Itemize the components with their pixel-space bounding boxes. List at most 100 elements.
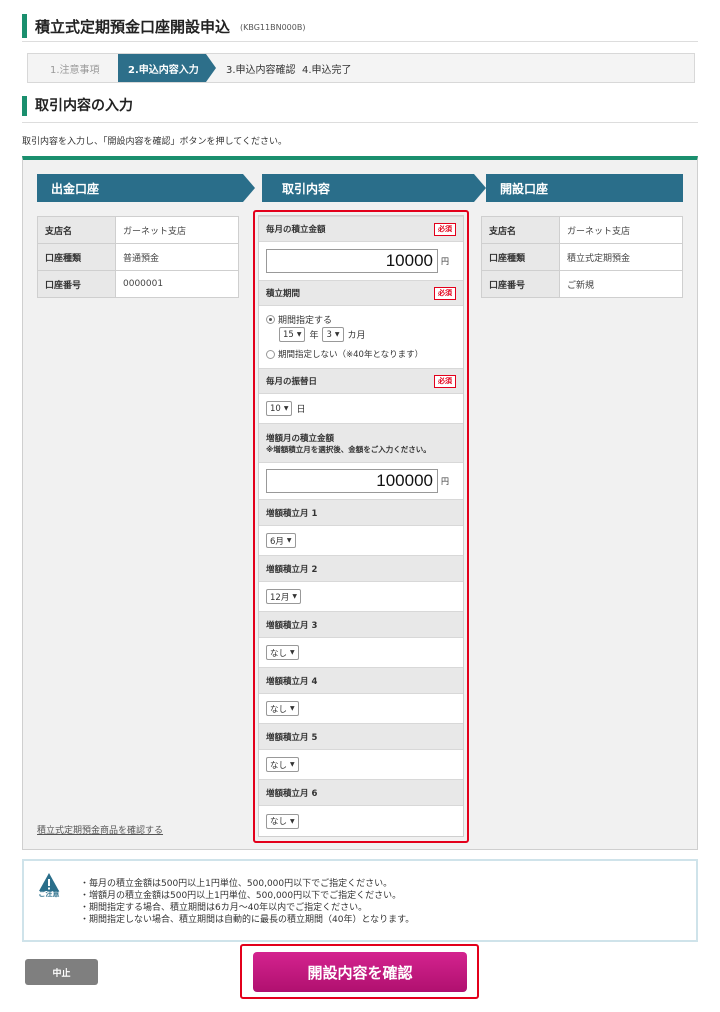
period-none-label: 期間指定しない（※40年となります） [278,350,424,360]
bonus-month-3-label: 増額積立月 3 [266,620,318,631]
row-label: 口座種類 [37,243,116,271]
transfer-day-select[interactable]: 10 ▼ [266,401,293,416]
monthly-amount-row: 円 [259,242,463,280]
bonus-month-1-value: 6月 [270,536,284,547]
months-select[interactable]: 3 ▼ [322,327,344,342]
row-value: ガーネット支店 [115,216,239,244]
section-divider [22,122,698,123]
period-label-row: 積立期間 必須 [259,280,463,306]
years-select[interactable]: 15 ▼ [279,327,306,342]
bonus-month-3-row: なし ▼ [259,638,463,667]
years-unit: 年 [309,331,319,341]
transfer-day-row: 10 ▼ 日 [259,394,463,423]
page-title: 積立式定期預金口座開設申込 [35,18,231,36]
bonus-month-5-value: なし [270,760,288,771]
caution-item: ・期間指定する場合、積立期間は6カ月～40年以内でご指定ください。 [80,903,368,913]
months-value: 3 [326,329,332,340]
bonus-month-5-label-row: 増額積立月 5 [259,723,463,750]
required-badge: 必須 [434,286,456,300]
table-row: 支店名 ガーネット支店 [37,216,239,244]
row-value: 積立式定期預金 [559,243,683,271]
bonus-month-2-select[interactable]: 12月 ▼ [266,589,301,604]
title-divider [22,41,698,42]
confirm-button[interactable]: 開設内容を確認 [253,952,467,992]
row-label: 口座番号 [481,270,560,298]
period-specify-option[interactable]: 期間指定する [266,313,332,326]
instruction-text: 取引内容を入力し、「開設内容を確認」ボタンを押してください。 [22,137,287,147]
withdrawal-account-table: 支店名 ガーネット支店 口座種類 普通預金 口座番号 0000001 [37,216,239,298]
table-row: 口座番号 ご新規 [481,270,683,298]
bonus-amount-note: ※増額積立月を選択後、金額をご入力ください。 [266,444,431,454]
day-unit: 日 [296,405,306,415]
row-label: 口座種類 [481,243,560,271]
bonus-month-6-row: なし ▼ [259,806,463,836]
period-specify-radio[interactable] [266,315,275,324]
table-row: 支店名 ガーネット支店 [481,216,683,244]
period-none-option[interactable]: 期間指定しない（※40年となります） [266,348,423,360]
dropdown-arrow-icon: ▼ [290,649,295,656]
dropdown-arrow-icon: ▼ [296,331,302,338]
bonus-month-2-row: 12月 ▼ [259,582,463,611]
transfer-day-label: 毎月の振替日 [266,377,318,387]
bonus-month-6-value: なし [270,817,288,827]
bonus-month-1-row: 6月 ▼ [259,526,463,555]
caution-item: ・期間指定しない場合、積立期間は自動的に最長の積立期間（40年）となります。 [80,915,415,925]
years-value: 15 [283,329,294,340]
row-label: 支店名 [37,216,116,244]
bonus-amount-row: 円 [259,463,463,499]
bonus-amount-label: 増額月の積立金額 [266,433,335,444]
cancel-button[interactable]: 中止 [25,959,98,985]
bonus-month-1-select[interactable]: 6月 ▼ [266,533,296,548]
transaction-header: 取引内容 [262,174,486,202]
product-info-link[interactable]: 積立式定期預金商品を確認する [37,823,163,836]
bonus-amount-input[interactable] [266,469,438,493]
section-title: 取引内容の入力 [35,98,133,114]
required-badge: 必須 [434,374,456,388]
step-3: 3.申込内容確認 [226,64,296,76]
monthly-amount-label: 毎月の積立金額 [266,225,326,235]
row-value: 0000001 [115,270,239,298]
months-unit: カ月 [347,331,366,341]
yen-unit: 円 [441,256,449,266]
bonus-month-4-label: 増額積立月 4 [266,676,318,687]
bonus-month-6-select[interactable]: なし ▼ [266,813,299,829]
bonus-month-5-row: なし ▼ [259,750,463,779]
caution-list: ・毎月の積立金額は500円以上1円単位、500,000円以下でご指定ください。 … [80,878,414,926]
monthly-amount-input[interactable] [266,249,438,273]
required-badge: 必須 [434,222,456,236]
period-label: 積立期間 [266,289,301,299]
bonus-month-6-label-row: 増額積立月 6 [259,779,463,806]
dropdown-arrow-icon: ▼ [290,705,295,712]
screen-code: (KBG11BN000B) [240,23,306,32]
bonus-month-6-label: 増額積立月 6 [266,788,318,799]
yen-unit: 円 [441,476,449,486]
opening-account-header: 開設口座 [486,174,683,202]
bonus-month-3-label-row: 増額積立月 3 [259,611,463,638]
bonus-month-3-value: なし [270,648,288,659]
bonus-month-4-select[interactable]: なし ▼ [266,701,299,716]
section-heading: 取引内容の入力 [22,96,133,116]
row-label: 口座番号 [37,270,116,298]
bonus-month-3-select[interactable]: なし ▼ [266,645,299,660]
bonus-month-1-label-row: 増額積立月 1 [259,499,463,526]
dropdown-arrow-icon: ▼ [290,761,295,768]
row-value: 普通預金 [115,243,239,271]
period-options: 期間指定する 15 ▼ 年 3 ▼ カ月 期間指定しない（※40年となります） [259,306,463,368]
period-none-radio[interactable] [266,349,275,359]
dropdown-arrow-icon: ▼ [292,593,297,600]
bonus-amount-label-row: 増額月の積立金額 ※増額積立月を選択後、金額をご入力ください。 [259,423,463,463]
bonus-month-2-value: 12月 [270,592,290,603]
bonus-month-5-select[interactable]: なし ▼ [266,757,299,772]
table-row: 口座種類 普通預金 [37,243,239,271]
bonus-month-4-value: なし [270,704,288,715]
withdrawal-account-header: 出金口座 [37,174,255,202]
bonus-month-4-label-row: 増額積立月 4 [259,667,463,694]
dropdown-arrow-icon: ▼ [334,331,340,338]
dropdown-arrow-icon: ▼ [286,537,292,544]
dropdown-arrow-icon: ▼ [283,405,289,412]
bonus-month-1-label: 増額積立月 1 [266,508,318,519]
transfer-day-value: 10 [270,403,281,414]
row-value: ご新規 [559,270,683,298]
opening-account-table: 支店名 ガーネット支店 口座種類 積立式定期預金 口座番号 ご新規 [481,216,683,298]
step-indicator: 1.注意事項 2.申込内容入力 3.申込内容確認 4.申込完了 [27,53,695,83]
